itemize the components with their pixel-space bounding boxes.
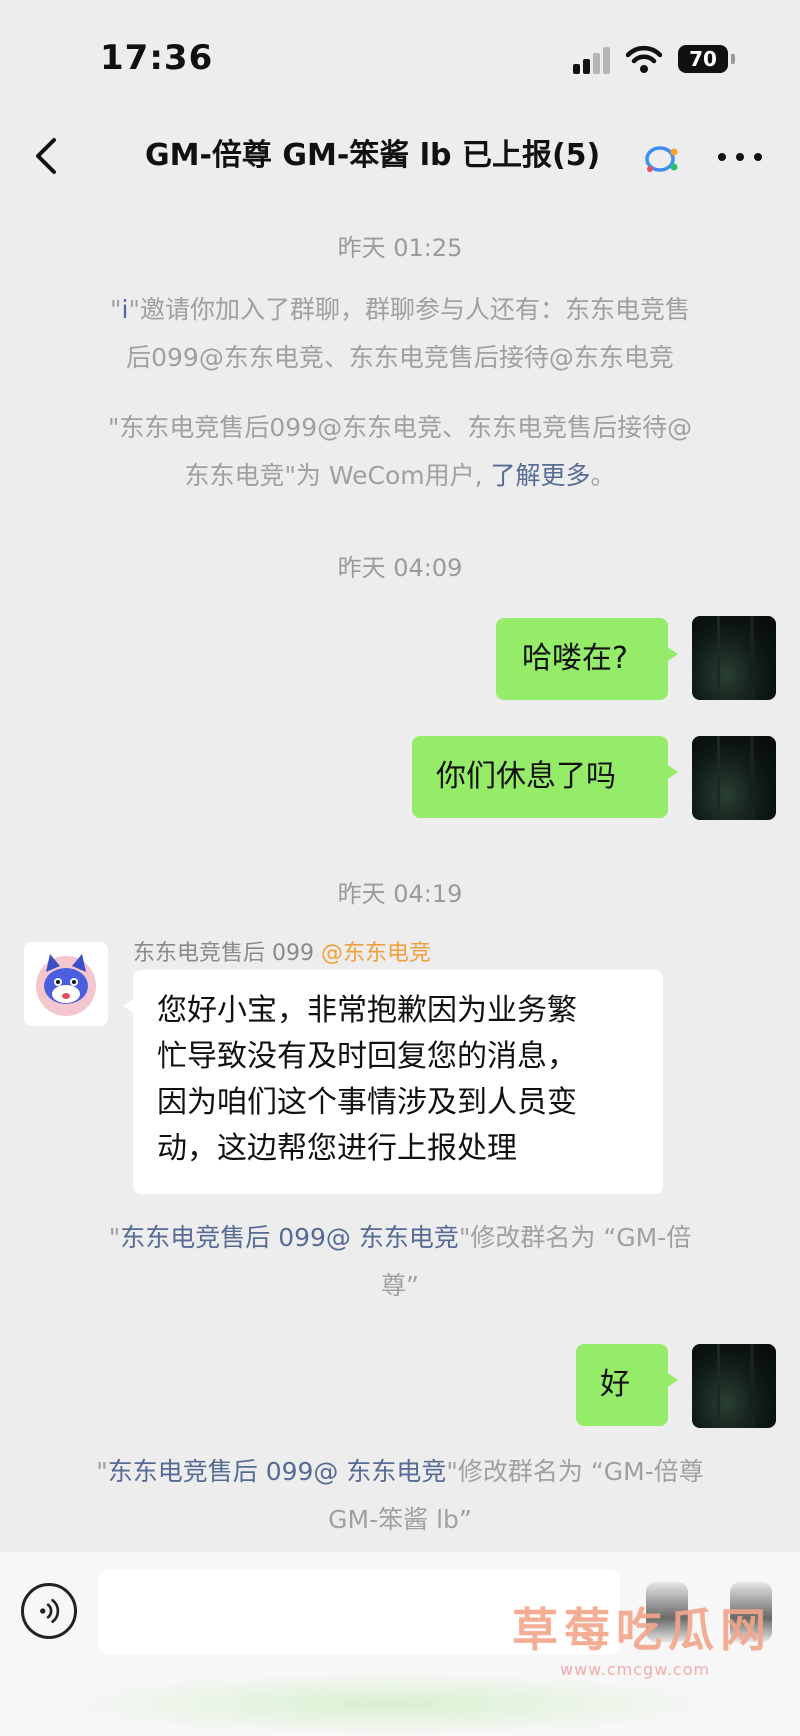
timestamp: 昨天 04:09 [337, 554, 463, 582]
wifi-icon [626, 45, 662, 73]
sender-corp-tag: @东东电竞 [321, 941, 432, 966]
timestamp: 昨天 01:25 [337, 234, 463, 262]
sender-name: 东东电竞售后 099 @东东电竞 [133, 935, 431, 967]
timestamp: 昨天 04:19 [337, 880, 463, 908]
renamer-name[interactable]: 东东电竞售后 099@ 东东电竞 [120, 1223, 459, 1252]
message-text: 哈喽在? [522, 641, 628, 676]
chat-title[interactable]: GM-倍尊 GM-笨酱 lb 已上报(5) [145, 132, 600, 180]
watermark-url: www.cmcgw.com [560, 1660, 711, 1679]
system-message-text: 东东电竞"为 WeCom用户, [184, 461, 491, 490]
status-bar: 17:36 70 [0, 0, 800, 110]
back-chevron-icon[interactable] [28, 132, 68, 180]
system-message-text: "邀请你加入了群聊，群聊参与人还有：东东电竞售 [128, 295, 690, 324]
system-message-line: "i"邀请你加入了群聊，群聊参与人还有：东东电竞售 [60, 286, 740, 334]
chat-nav-bar: GM-倍尊 GM-笨酱 lb 已上报(5) [0, 118, 800, 198]
system-message-text: "修改群名为 “GM-倍尊 [446, 1457, 704, 1486]
outgoing-message-bubble[interactable]: 好 [576, 1344, 678, 1426]
system-message-line: 东东电竞"为 WeCom用户, 了解更多。 [60, 452, 740, 500]
my-avatar[interactable] [692, 616, 776, 700]
message-text-line: 动，这边帮您进行上报处理 [157, 1131, 517, 1166]
quote-mark: " [108, 1223, 121, 1252]
system-message-rename: "东东电竞售后 099@ 东东电竞"修改群名为 “GM-倍尊 GM-笨酱 lb” [60, 1448, 740, 1544]
quote-mark: " [96, 1457, 108, 1486]
sender-name-text: 东东电竞售后 099 [133, 941, 314, 966]
message-text-line: 忙导致没有及时回复您的消息， [157, 1039, 577, 1074]
message-text-line: 因为咱们这个事情涉及到人员变 [157, 1085, 577, 1120]
system-message-invite: "i"邀请你加入了群聊，群聊参与人还有：东东电竞售 后099@东东电竞、东东电竞… [60, 286, 740, 382]
status-time: 17:36 [100, 38, 214, 78]
more-icon[interactable] [718, 150, 762, 164]
keyboard-glow [60, 1672, 720, 1736]
system-message-line: "东东电竞售后 099@ 东东电竞"修改群名为 “GM-倍 [60, 1214, 740, 1262]
my-avatar[interactable] [692, 736, 776, 820]
incoming-message-bubble[interactable]: 您好小宝，非常抱歉因为业务繁 忙导致没有及时回复您的消息， 因为咱们这个事情涉及… [123, 970, 663, 1194]
wecom-icon [645, 146, 678, 172]
system-message-line: 尊” [381, 1271, 419, 1300]
cellular-signal-icon [573, 46, 613, 74]
battery-tip [731, 54, 735, 64]
system-message-line: GM-笨酱 lb” [328, 1505, 472, 1534]
message-text: 你们休息了吗 [436, 759, 616, 794]
voice-icon[interactable] [21, 1583, 77, 1639]
agent-avatar[interactable] [24, 942, 108, 1026]
system-message-line: "东东电竞售后 099@ 东东电竞"修改群名为 “GM-倍尊 [60, 1448, 740, 1496]
my-avatar[interactable] [692, 1344, 776, 1428]
system-message-rename: "东东电竞售后 099@ 东东电竞"修改群名为 “GM-倍 尊” [60, 1214, 740, 1310]
message-text: 好 [600, 1367, 630, 1402]
learn-more-link[interactable]: 了解更多 [491, 461, 591, 490]
cat-mascot-icon [36, 954, 96, 1016]
system-message-text: "修改群名为 “GM-倍 [458, 1223, 692, 1252]
quote-mark: " [110, 295, 122, 324]
system-message-text: 。 [590, 461, 616, 490]
system-message-line: 后099@东东电竞、东东电竞售后接待@东东电竞 [126, 343, 674, 372]
battery-indicator: 70 [678, 45, 728, 73]
outgoing-message-bubble[interactable]: 你们休息了吗 [412, 736, 678, 818]
message-input-bar: 草莓吃瓜网 www.cmcgw.com [0, 1552, 800, 1736]
system-message-line: "东东电竞售后099@东东电竞、东东电竞售后接待@ [107, 413, 693, 442]
system-message-wecom: "东东电竞售后099@东东电竞、东东电竞售后接待@ 东东电竞"为 WeCom用户… [60, 404, 740, 500]
message-text-line: 您好小宝，非常抱歉因为业务繁 [157, 993, 577, 1028]
watermark: 草莓吃瓜网 [512, 1603, 772, 1657]
outgoing-message-bubble[interactable]: 哈喽在? [496, 618, 678, 700]
renamer-name[interactable]: 东东电竞售后 099@ 东东电竞 [108, 1457, 447, 1486]
